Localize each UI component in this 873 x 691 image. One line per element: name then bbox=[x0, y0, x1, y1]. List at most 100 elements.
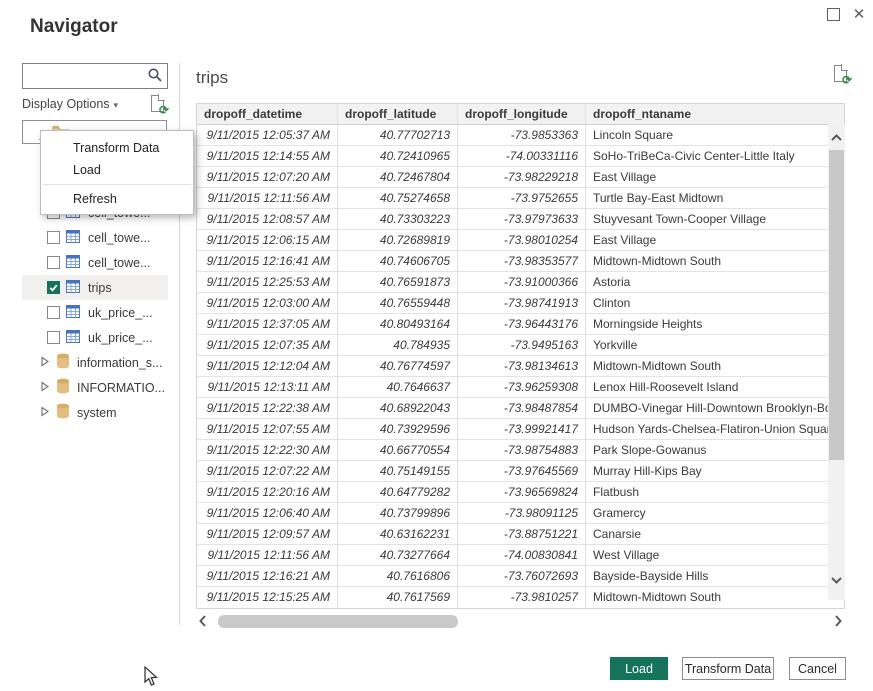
column-header-dropoff_latitude[interactable]: dropoff_latitude bbox=[338, 104, 458, 124]
table-cell: -73.91000366 bbox=[458, 272, 586, 292]
table-cell: 40.80493164 bbox=[338, 314, 458, 334]
tree-item-label: cell_towe... bbox=[88, 256, 151, 270]
table-cell: 40.7646637 bbox=[338, 377, 458, 397]
table-cell: 9/11/2015 12:11:56 AM bbox=[197, 545, 338, 565]
table-row: 9/11/2015 12:14:55 AM40.72410965-74.0033… bbox=[197, 146, 844, 167]
tree-item-cell-towe[interactable]: cell_towe... bbox=[22, 250, 168, 275]
horizontal-scrollbar[interactable] bbox=[196, 612, 845, 631]
table-icon bbox=[66, 330, 80, 346]
vertical-scrollbar[interactable] bbox=[828, 124, 845, 600]
chevron-down-icon: ▾ bbox=[114, 100, 119, 110]
checkbox[interactable] bbox=[47, 231, 60, 244]
expand-arrow-icon[interactable] bbox=[41, 406, 49, 420]
checkbox[interactable] bbox=[47, 331, 60, 344]
cancel-button[interactable]: Cancel bbox=[789, 657, 846, 680]
table-cell: -73.9495163 bbox=[458, 335, 586, 355]
menu-item-transform-data[interactable]: Transform Data bbox=[41, 137, 193, 159]
table-cell: 9/11/2015 12:05:37 AM bbox=[197, 125, 338, 145]
column-header-dropoff_longitude[interactable]: dropoff_longitude bbox=[458, 104, 586, 124]
scroll-up-icon[interactable] bbox=[830, 130, 843, 148]
tree-item-label: system bbox=[77, 406, 117, 420]
table-row: 9/11/2015 12:03:00 AM40.76559448-73.9874… bbox=[197, 293, 844, 314]
expand-arrow-icon[interactable] bbox=[41, 356, 49, 370]
close-button[interactable]: ✕ bbox=[849, 4, 869, 24]
table-icon bbox=[66, 280, 80, 296]
table-cell: 9/11/2015 12:22:30 AM bbox=[197, 440, 338, 460]
table-row: 9/11/2015 12:07:22 AM40.75149155-73.9764… bbox=[197, 461, 844, 482]
table-cell: -73.96259308 bbox=[458, 377, 586, 397]
preview-header: ⟳ bbox=[196, 66, 845, 94]
column-header-dropoff_datetime[interactable]: dropoff_datetime bbox=[197, 104, 338, 124]
table-cell: Hudson Yards-Chelsea-Flatiron-Union Squa… bbox=[586, 419, 844, 439]
column-header-dropoff_ntaname[interactable]: dropoff_ntaname bbox=[586, 104, 844, 124]
display-options-dropdown[interactable]: Display Options▾ bbox=[22, 97, 118, 111]
tree-item-informatio[interactable]: INFORMATIO... bbox=[22, 375, 168, 400]
scroll-down-icon[interactable] bbox=[830, 572, 843, 590]
table-cell: Gramercy bbox=[586, 503, 844, 523]
tree-item-trips[interactable]: trips bbox=[22, 275, 168, 300]
transform-data-button[interactable]: Transform Data bbox=[682, 657, 774, 680]
refresh-table-icon[interactable]: ⟳ bbox=[833, 64, 851, 84]
table-cell: 40.7617569 bbox=[338, 587, 458, 608]
load-button[interactable]: Load bbox=[610, 657, 668, 680]
table-cell: 40.72689819 bbox=[338, 230, 458, 250]
display-options-row: Display Options▾ ⟳ bbox=[22, 97, 168, 117]
table-cell: -73.97645569 bbox=[458, 461, 586, 481]
tree-item-system[interactable]: system bbox=[22, 400, 168, 425]
vertical-scroll-thumb[interactable] bbox=[829, 150, 844, 460]
table-header-row: dropoff_datetimedropoff_latitudedropoff_… bbox=[197, 104, 844, 125]
table-row: 9/11/2015 12:16:21 AM40.7616806-73.76072… bbox=[197, 566, 844, 587]
tree-item-uk-price[interactable]: uk_price_... bbox=[22, 300, 168, 325]
table-cell: 9/11/2015 12:06:15 AM bbox=[197, 230, 338, 250]
table-row: 9/11/2015 12:25:53 AM40.76591873-73.9100… bbox=[197, 272, 844, 293]
table-cell: 9/11/2015 12:07:20 AM bbox=[197, 167, 338, 187]
table-cell: -73.9810257 bbox=[458, 587, 586, 608]
checkbox[interactable] bbox=[47, 256, 60, 269]
horizontal-scroll-thumb[interactable] bbox=[218, 615, 458, 628]
table-row: 9/11/2015 12:22:38 AM40.68922043-73.9848… bbox=[197, 398, 844, 419]
checkbox[interactable] bbox=[47, 281, 60, 294]
table-cell: -73.88751221 bbox=[458, 524, 586, 544]
table-cell: Astoria bbox=[586, 272, 844, 292]
table-cell: Midtown-Midtown South bbox=[586, 587, 844, 608]
table-cell: 9/11/2015 12:37:05 AM bbox=[197, 314, 338, 334]
table-cell: 40.76559448 bbox=[338, 293, 458, 313]
table-cell: 9/11/2015 12:12:04 AM bbox=[197, 356, 338, 376]
table-cell: 40.784935 bbox=[338, 335, 458, 355]
scroll-left-icon[interactable] bbox=[198, 614, 208, 633]
table-cell: 40.73277664 bbox=[338, 545, 458, 565]
table-cell: 40.75274658 bbox=[338, 188, 458, 208]
table-cell: 9/11/2015 12:08:57 AM bbox=[197, 209, 338, 229]
refresh-arrows-icon: ⟳ bbox=[159, 104, 169, 116]
table-icon bbox=[66, 255, 80, 271]
maximize-button[interactable] bbox=[823, 4, 843, 24]
refresh-preview-icon[interactable]: ⟳ bbox=[150, 94, 168, 114]
table-cell: 9/11/2015 12:06:40 AM bbox=[197, 503, 338, 523]
table-cell: 40.68922043 bbox=[338, 398, 458, 418]
menu-item-refresh[interactable]: Refresh bbox=[41, 188, 193, 210]
table-row: 9/11/2015 12:08:57 AM40.73303223-73.9797… bbox=[197, 209, 844, 230]
checkbox[interactable] bbox=[47, 306, 60, 319]
table-cell: DUMBO-Vinegar Hill-Downtown Brooklyn-Boe… bbox=[586, 398, 844, 418]
expand-arrow-icon[interactable] bbox=[41, 381, 49, 395]
table-cell: -73.98229218 bbox=[458, 167, 586, 187]
table-cell: 9/11/2015 12:03:00 AM bbox=[197, 293, 338, 313]
table-cell: West Village bbox=[586, 545, 844, 565]
tree-item-uk-price[interactable]: uk_price_... bbox=[22, 325, 168, 350]
table-cell: SoHo-TriBeCa-Civic Center-Little Italy bbox=[586, 146, 844, 166]
table-cell: Canarsie bbox=[586, 524, 844, 544]
table-cell: 40.72410965 bbox=[338, 146, 458, 166]
tree-item-cell-towe[interactable]: cell_towe... bbox=[22, 225, 168, 250]
table-row: 9/11/2015 12:37:05 AM40.80493164-73.9644… bbox=[197, 314, 844, 335]
search-icon[interactable] bbox=[147, 67, 163, 88]
menu-item-load[interactable]: Load bbox=[41, 159, 193, 181]
scroll-right-icon[interactable] bbox=[833, 614, 843, 633]
database-icon bbox=[56, 403, 70, 422]
search-input[interactable] bbox=[27, 66, 147, 88]
context-menu: Transform DataLoad Refresh bbox=[40, 130, 194, 215]
page-fold bbox=[841, 64, 848, 71]
table-row: 9/11/2015 12:07:35 AM40.784935-73.949516… bbox=[197, 335, 844, 356]
search-box[interactable] bbox=[22, 63, 168, 89]
tree-item-information-s[interactable]: information_s... bbox=[22, 350, 168, 375]
table-cell: Clinton bbox=[586, 293, 844, 313]
